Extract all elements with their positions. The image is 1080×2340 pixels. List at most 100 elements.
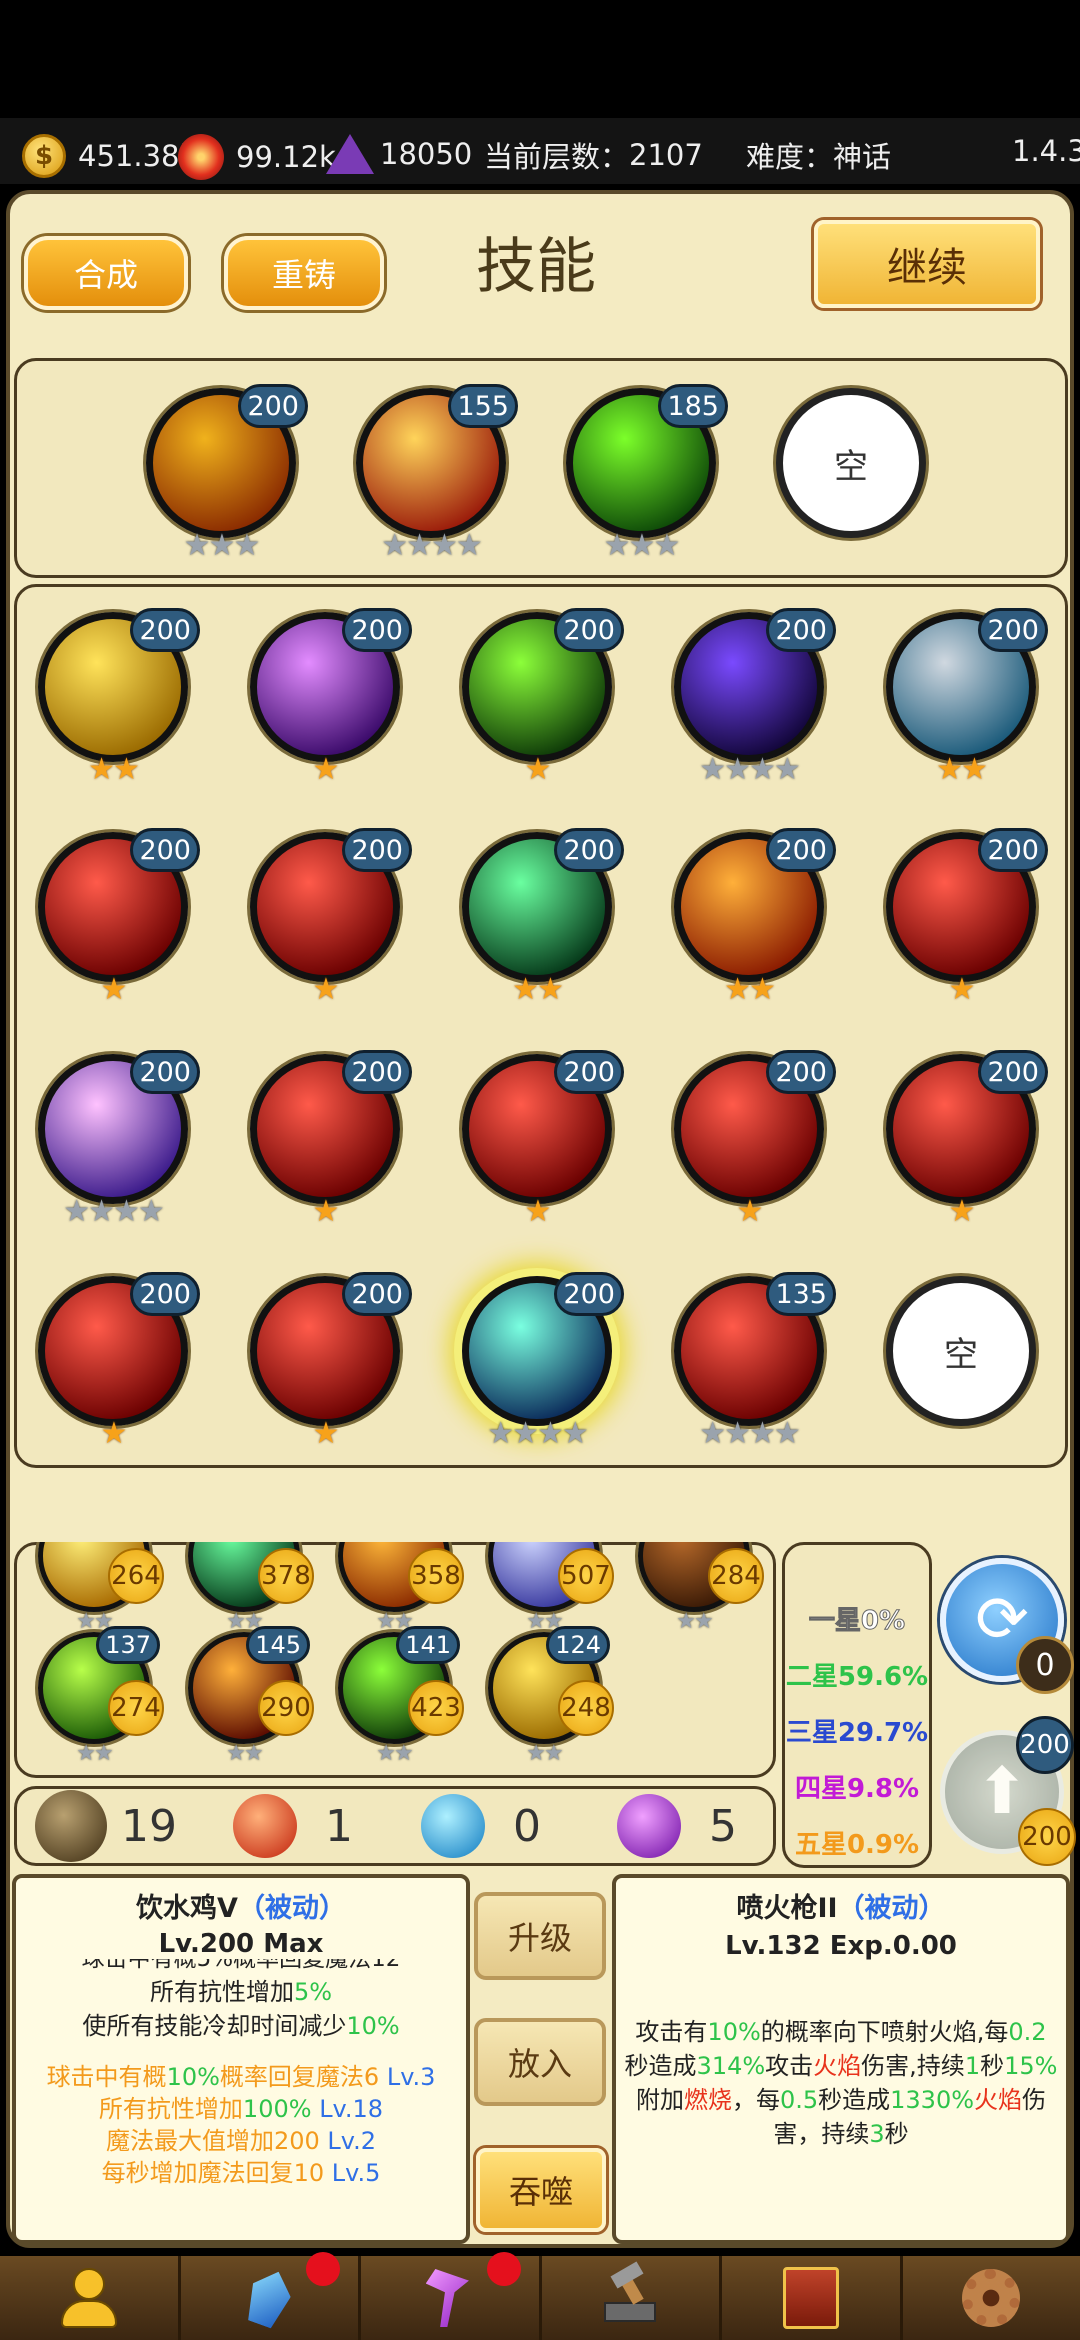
water-orb-icon — [421, 1794, 485, 1858]
star-rating: ★ — [948, 972, 976, 1007]
right-skill-description: 攻击有10%的概率向下喷射火焰,每0.2秒造成314%攻击火焰伤害,持续1秒15… — [624, 2015, 1058, 2151]
left-skill-title: 饮水鸡V（被动） — [16, 1886, 466, 1925]
grid-skill-slot[interactable]: 200 ★ — [674, 1050, 836, 1229]
nav-staff[interactable] — [361, 2252, 542, 2340]
star-rating: ★★★★ — [699, 1416, 801, 1451]
grid-skill-slot[interactable]: 200 ★ — [462, 1050, 624, 1229]
skill-count-badge: 378 — [258, 1548, 314, 1604]
equipped-skill-slot[interactable]: 155 ★★★★ — [356, 384, 518, 563]
left-skill-detail: 饮水鸡V（被动） Lv.200 Max 球击中有概5%概率回复魔法12 所有抗性… — [12, 1874, 470, 2244]
upgrade-level-badge: 200 — [1016, 1716, 1074, 1774]
grid-skill-slot[interactable]: 200 ★★ — [462, 828, 624, 1007]
difficulty-info: 难度： 神话 — [746, 134, 891, 176]
inventory-skill[interactable]: 284 ★★ — [638, 1542, 764, 1634]
skill-level-badge: 135 — [766, 1272, 836, 1316]
affix-1-level: Lv.3 — [386, 2063, 436, 2091]
star-rating: ★★ — [512, 972, 564, 1007]
star-rating: ★★ — [76, 1741, 113, 1766]
equipped-skill-slot[interactable]: 200 ★★★ — [146, 384, 308, 563]
upgrade-button[interactable]: 升级 — [474, 1892, 606, 1980]
skill-level-badge: 200 — [554, 608, 624, 652]
left-line-2: 使所有技能冷却时间减少10% — [16, 2009, 466, 2043]
gold-counter: $ 451.38k — [22, 134, 196, 178]
spellbook-icon — [782, 2267, 839, 2329]
grid-skill-slot[interactable]: 200 ★★★★ — [462, 1272, 624, 1451]
left-skill-cut-line: 球击中有概5%概率回复魔法12 — [16, 1959, 466, 1975]
equipped-skill-slot[interactable]: 空 — [776, 388, 926, 538]
inventory-skill[interactable]: 264 ★★ — [38, 1542, 164, 1634]
grid-skill-slot[interactable]: 空 — [886, 1276, 1036, 1426]
desc-element: 火焰 — [813, 2052, 862, 2080]
nav-settings[interactable] — [903, 2256, 1080, 2340]
desc-part: 秒 — [884, 2120, 909, 2148]
left-affix-4: 每秒增加魔法回复10 Lv.5 — [16, 2157, 466, 2189]
resources-bar: 19 1 0 5 — [14, 1786, 776, 1866]
grid-skill-slot[interactable]: 200 ★ — [250, 608, 412, 787]
continue-button[interactable]: 继续 — [814, 220, 1040, 308]
desc-part: 攻击有 — [635, 2018, 708, 2046]
inventory-skill[interactable]: 358 ★★ — [338, 1542, 464, 1634]
put-in-button[interactable]: 放入 — [474, 2018, 606, 2106]
nav-character[interactable] — [0, 2256, 181, 2340]
grid-skill-slot[interactable]: 200 ★ — [462, 608, 624, 787]
grid-skill-slot[interactable]: 200 ★★ — [38, 608, 200, 787]
skill-count-badge: 274 — [108, 1680, 164, 1736]
skill-level-badge: 200 — [342, 1050, 412, 1094]
inventory-skill[interactable]: 507 ★★ — [488, 1542, 614, 1634]
desc-part: 伤害,持续 — [861, 2052, 965, 2080]
grid-skill-slot[interactable]: 200 ★ — [250, 828, 412, 1007]
skill-level-badge: 200 — [342, 1272, 412, 1316]
grid-skill-slot[interactable]: 200 ★ — [38, 828, 200, 1007]
star-rating: ★★ — [526, 1741, 563, 1766]
desc-part: 秒造成 — [624, 2052, 697, 2080]
grid-skill-slot[interactable]: 200 ★ — [250, 1050, 412, 1229]
star-rating: ★★ — [676, 1609, 713, 1634]
grid-skill-slot[interactable]: 200 ★★ — [674, 828, 836, 1007]
grid-skill-slot[interactable]: 200 ★★★★ — [38, 1050, 200, 1229]
desc-part: 的概率向下喷射火焰,每 — [760, 2018, 1009, 2046]
floor-info: 当前层数： 2107 — [484, 134, 703, 176]
nav-forge[interactable] — [542, 2256, 722, 2340]
left-line-1: 所有抗性增加5% — [16, 1975, 466, 2009]
grid-skill-slot[interactable]: 200 ★★ — [886, 608, 1048, 787]
water-orb-count: 0 — [513, 1800, 541, 1852]
inventory-skill[interactable]: 145 290 ★★ — [188, 1626, 314, 1766]
grid-skill-slot[interactable]: 200 ★ — [38, 1272, 200, 1451]
craft-button[interactable]: 合成 — [24, 236, 188, 310]
star-rating: ★ — [312, 752, 340, 787]
empty-slot-label: 空 — [886, 1276, 1036, 1426]
grid-skill-slot[interactable]: 200 ★★★★ — [674, 608, 836, 787]
inventory-skill[interactable]: 124 248 ★★ — [488, 1626, 614, 1766]
inventory-skill[interactable]: 137 274 ★★ — [38, 1626, 164, 1766]
desc-value: 0.2 — [1008, 2018, 1047, 2046]
upgrade-cost-badge: 200 — [1018, 1808, 1076, 1866]
grid-skill-slot[interactable]: 135 ★★★★ — [674, 1272, 836, 1451]
grid-skill-slot[interactable]: 200 ★ — [886, 1050, 1048, 1229]
devour-button[interactable]: 吞噬 — [476, 2148, 606, 2232]
right-skill-name: 喷火枪II — [736, 1893, 838, 1924]
inventory-skill[interactable]: 378 ★★ — [188, 1542, 314, 1634]
earth-orb-icon — [35, 1790, 107, 1862]
affix-2-text: 所有抗性增加 — [98, 2095, 243, 2123]
grid-skill-slot[interactable]: 200 ★ — [886, 828, 1048, 1007]
odds-five-star: 五星0.9% — [794, 1830, 920, 1860]
nav-gems[interactable] — [181, 2252, 361, 2340]
affix-4-level: Lv.5 — [331, 2159, 381, 2187]
right-skill-detail: 喷火枪II（被动） Lv.132 Exp.0.00 攻击有10%的概率向下喷射火… — [612, 1874, 1070, 2244]
skill-inventory: 264 ★★ 378 ★★ 358 ★★ 507 ★★ 284 ★★ 137 274 ★★ 145 290 ★… — [14, 1542, 776, 1778]
star-rating: ★★★★ — [63, 1194, 165, 1229]
fire-value: 99.12k — [236, 140, 336, 174]
odds-three-star: 三星29.7% — [785, 1718, 929, 1748]
affix-2-level: Lv.18 — [319, 2095, 384, 2123]
affix-1-value: 10% — [166, 2063, 220, 2091]
left-affix-2: 所有抗性增加100% Lv.18 — [16, 2093, 466, 2125]
nav-spellbook[interactable] — [722, 2256, 903, 2340]
odds-two-star: 二星59.6% — [785, 1662, 929, 1692]
equipped-skill-slot[interactable]: 185 ★★★ — [566, 384, 728, 563]
inventory-skill[interactable]: 141 423 ★★ — [338, 1626, 464, 1766]
grid-skill-slot[interactable]: 200 ★ — [250, 1272, 412, 1451]
star-odds-box: 一星0% 二星59.6% 三星29.7% 四星9.8% 五星0.9% — [782, 1542, 932, 1868]
affix-3-value: 200 — [273, 2127, 320, 2155]
fire-gem-icon — [178, 134, 224, 180]
reforge-button[interactable]: 重铸 — [224, 236, 384, 310]
